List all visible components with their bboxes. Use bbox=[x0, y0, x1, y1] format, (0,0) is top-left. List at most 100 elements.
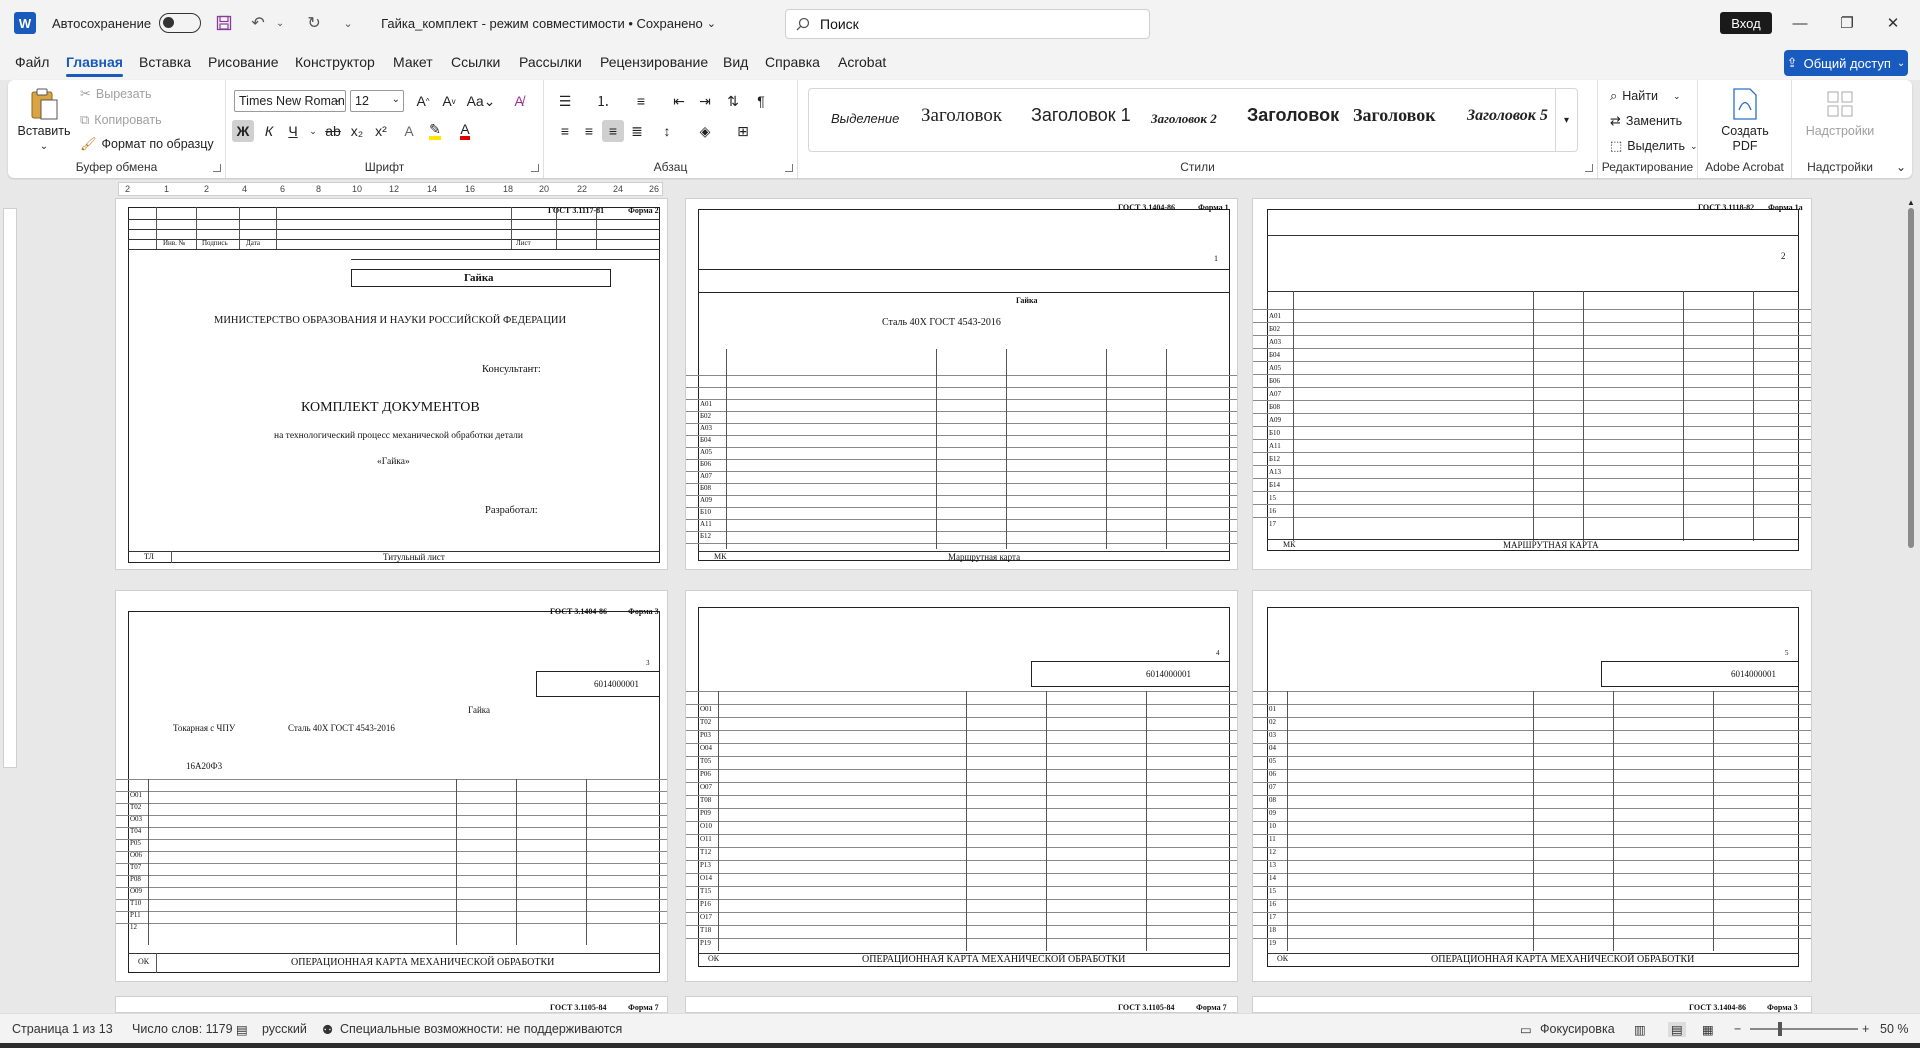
shading-icon[interactable]: ◈ bbox=[694, 120, 716, 142]
collapse-ribbon-icon[interactable]: ⌄ bbox=[1896, 160, 1906, 174]
font-size-select[interactable]: 12 ⌄ bbox=[350, 90, 404, 112]
page-3[interactable]: ГОСТ 3.1118-82 Форма 1а 2 А01 Б02 А03 Б0… bbox=[1252, 198, 1812, 570]
vertical-ruler-scale[interactable] bbox=[3, 208, 17, 768]
tab-help[interactable]: Справка bbox=[765, 54, 820, 70]
tab-home[interactable]: Главная bbox=[66, 54, 123, 77]
zoom-out-icon[interactable]: − bbox=[1734, 1022, 1741, 1036]
shrink-font-icon[interactable]: Av bbox=[438, 90, 460, 112]
show-marks-icon[interactable]: ¶ bbox=[750, 90, 772, 112]
page-6[interactable]: 5 6014000001 01 02 03 04 05 06 07 08 09 … bbox=[1252, 590, 1812, 982]
find-button[interactable]: ⌕ Найти ⌄ bbox=[1610, 88, 1681, 104]
font-name-select[interactable]: Times New Roman ⌄ bbox=[234, 90, 346, 112]
multilevel-list-icon[interactable]: ≡ bbox=[630, 90, 652, 112]
tab-draw[interactable]: Рисование bbox=[208, 54, 279, 70]
italic-button[interactable]: К bbox=[258, 120, 280, 142]
paste-button[interactable]: Вставить ⌄ bbox=[18, 88, 71, 154]
language[interactable]: русский bbox=[262, 1022, 307, 1036]
underline-dropdown-icon[interactable]: ⌄ bbox=[302, 120, 324, 142]
align-right-icon[interactable]: ≡ bbox=[602, 120, 624, 142]
create-pdf-button[interactable]: Создать PDF bbox=[1712, 88, 1778, 154]
zoom-slider-thumb[interactable] bbox=[1778, 1022, 1782, 1036]
tab-insert[interactable]: Вставка bbox=[139, 54, 191, 70]
close-icon[interactable]: ✕ bbox=[1878, 10, 1908, 36]
highlight-icon[interactable]: ✎ bbox=[424, 120, 446, 142]
title-dropdown-icon[interactable]: ⌄ bbox=[707, 17, 716, 30]
grow-font-icon[interactable]: A ^ bbox=[412, 90, 434, 112]
tab-design[interactable]: Конструктор bbox=[295, 54, 375, 70]
restore-icon[interactable]: ❐ bbox=[1832, 10, 1862, 36]
minimize-icon[interactable]: — bbox=[1785, 10, 1815, 36]
increase-indent-icon[interactable]: ⇥ bbox=[694, 90, 716, 112]
tab-mailings[interactable]: Рассылки bbox=[519, 54, 582, 70]
print-layout-icon[interactable]: ▤ bbox=[1668, 1022, 1686, 1037]
decrease-indent-icon[interactable]: ⇤ bbox=[668, 90, 690, 112]
read-mode-icon[interactable]: ▥ bbox=[1634, 1022, 1646, 1037]
superscript-button[interactable]: x² bbox=[370, 120, 392, 142]
scroll-thumb[interactable] bbox=[1908, 208, 1914, 548]
numbering-icon[interactable]: ⒈ bbox=[592, 90, 614, 112]
customize-toolbar-icon[interactable]: ⌄ bbox=[337, 12, 359, 34]
select-button[interactable]: ⬚ Выделить ⌄ bbox=[1610, 138, 1698, 154]
scroll-up-icon[interactable]: ▲ bbox=[1907, 198, 1915, 207]
zoom-level[interactable]: 50 % bbox=[1880, 1022, 1909, 1036]
autosave-toggle[interactable] bbox=[159, 13, 202, 33]
sort-icon[interactable]: ⇅ bbox=[722, 90, 744, 112]
zoom-in-icon[interactable]: + bbox=[1862, 1022, 1869, 1036]
save-icon[interactable] bbox=[213, 12, 235, 34]
justify-icon[interactable]: ≣ bbox=[626, 120, 648, 142]
page-count[interactable]: Страница 1 из 13 bbox=[12, 1022, 113, 1036]
align-left-icon[interactable]: ≡ bbox=[554, 120, 576, 142]
font-name-dropdown-icon: ⌄ bbox=[333, 94, 342, 105]
strikethrough-button[interactable]: ab bbox=[322, 120, 344, 142]
tab-references[interactable]: Ссылки bbox=[451, 54, 500, 70]
addins-button[interactable]: Надстройки bbox=[1802, 88, 1878, 139]
web-layout-icon[interactable]: ▦ bbox=[1702, 1022, 1714, 1037]
signin-button[interactable]: Вход bbox=[1720, 12, 1772, 34]
subscript-button[interactable]: x₂ bbox=[346, 120, 368, 142]
bold-button[interactable]: Ж bbox=[232, 120, 254, 142]
clipboard-launcher-icon[interactable] bbox=[213, 164, 221, 172]
page-8[interactable]: ГОСТ 3.1105-84 Форма 7 bbox=[685, 996, 1238, 1013]
page-1[interactable]: ГОСТ 3.1117-81 Форма 2 Инв. № Подпись Да… bbox=[115, 198, 668, 570]
tab-acrobat[interactable]: Acrobat bbox=[838, 54, 886, 70]
page-7[interactable]: ГОСТ 3.1105-84 Форма 7 bbox=[115, 996, 668, 1013]
undo-icon[interactable]: ↶ bbox=[247, 12, 269, 34]
proofing-icon[interactable]: ▤ bbox=[236, 1022, 248, 1037]
redo-icon[interactable]: ↻ bbox=[303, 12, 325, 34]
ruler-scale[interactable]: 2 1 2 4 6 8 10 12 14 16 18 20 22 24 26 bbox=[118, 182, 663, 196]
styles-launcher-icon[interactable] bbox=[1585, 164, 1593, 172]
page-5[interactable]: 4 6014000001 О01 Т02 Р03 О04 Т05 Р06 О07… bbox=[685, 590, 1238, 982]
document-title[interactable]: Гайка_комплект - режим совместимости • С… bbox=[381, 16, 703, 31]
word-count[interactable]: Число слов: 1179 bbox=[132, 1022, 233, 1036]
page-4[interactable]: ГОСТ 3.1404-86 Форма 3 3 6014000001 Гайк… bbox=[115, 590, 668, 982]
clear-formatting-icon[interactable]: A̸ bbox=[508, 90, 530, 112]
paragraph-launcher-icon[interactable] bbox=[785, 164, 793, 172]
tab-review[interactable]: Рецензирование bbox=[600, 54, 708, 70]
accessibility-status[interactable]: Специальные возможности: не поддерживают… bbox=[340, 1022, 622, 1036]
replace-button[interactable]: ⇄ Заменить bbox=[1610, 113, 1682, 129]
change-case-icon[interactable]: Aa⌄ bbox=[466, 90, 496, 112]
format-painter-button[interactable]: 🖌 Формат по образцу bbox=[80, 136, 214, 152]
search-input[interactable]: Поиск bbox=[785, 9, 1150, 39]
page-2[interactable]: ГОСТ 3.1404-86 Форма 1 1 Гайка Сталь 40Х… bbox=[685, 198, 1238, 570]
line-spacing-icon[interactable]: ↕ bbox=[656, 120, 678, 142]
borders-icon[interactable]: ⊞ bbox=[732, 120, 754, 142]
zoom-slider[interactable] bbox=[1750, 1028, 1858, 1030]
focus-mode[interactable]: Фокусировка bbox=[1540, 1022, 1615, 1036]
underline-button[interactable]: Ч bbox=[282, 120, 304, 142]
page-9[interactable]: ГОСТ 3.1404-86 Форма 3 bbox=[1252, 996, 1812, 1013]
tab-view[interactable]: Вид bbox=[723, 54, 748, 70]
copy-button[interactable]: ⧉ Копировать bbox=[80, 112, 162, 128]
tab-layout[interactable]: Макет bbox=[393, 54, 433, 70]
font-color-icon[interactable]: A bbox=[454, 120, 476, 142]
share-button[interactable]: ⇪ Общий доступ ⌄ bbox=[1784, 50, 1908, 76]
vertical-scrollbar[interactable]: ▲ bbox=[1904, 198, 1918, 1013]
cut-button[interactable]: ✂ Вырезать bbox=[80, 86, 152, 102]
undo-dropdown-icon[interactable]: ⌄ bbox=[269, 12, 291, 34]
text-effects-icon[interactable]: A bbox=[398, 120, 420, 142]
row-code: О07 bbox=[700, 783, 713, 791]
font-launcher-icon[interactable] bbox=[531, 164, 539, 172]
align-center-icon[interactable]: ≡ bbox=[578, 120, 600, 142]
tab-file[interactable]: Файл bbox=[15, 54, 49, 70]
bullets-icon[interactable]: ☰ bbox=[554, 90, 576, 112]
